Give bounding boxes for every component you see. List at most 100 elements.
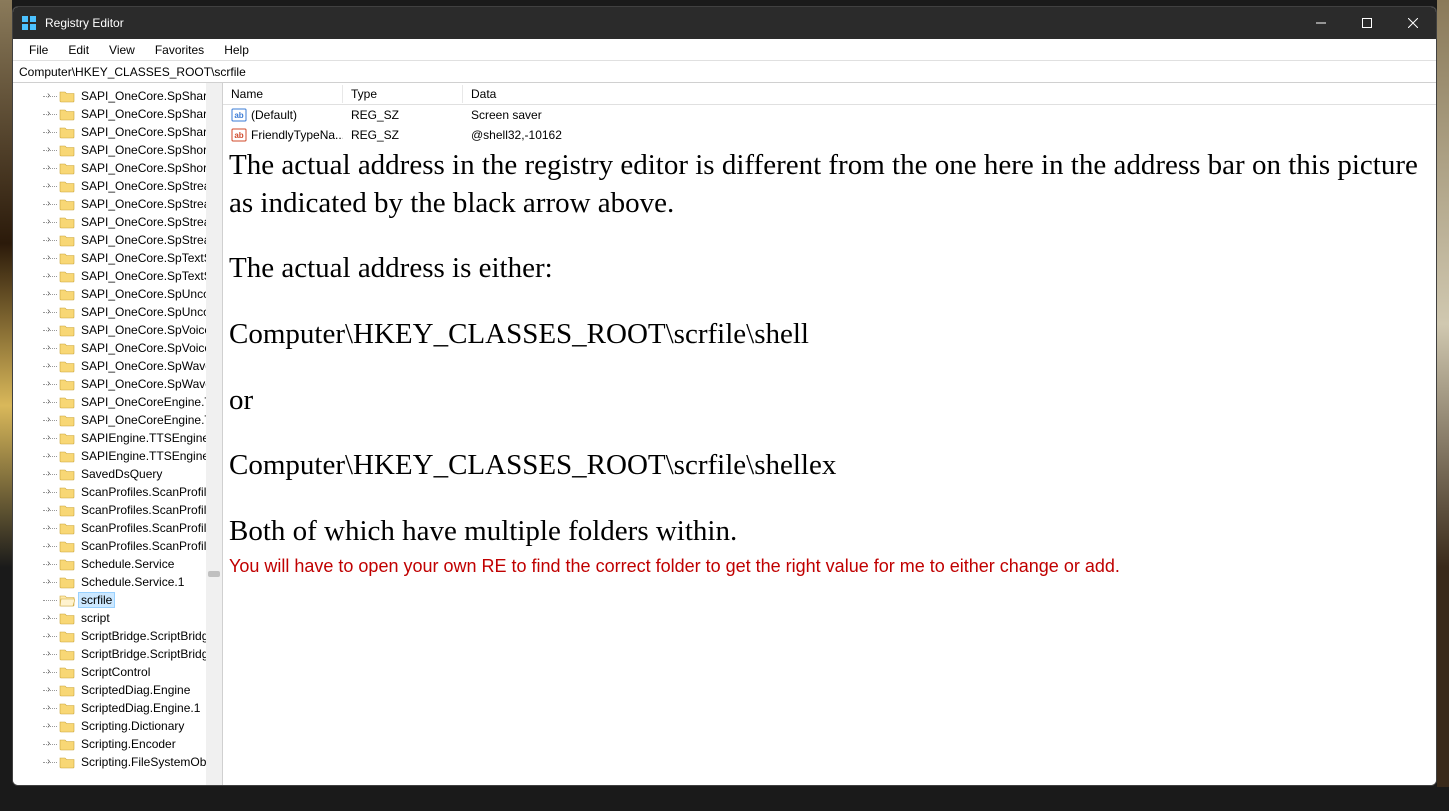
- expand-icon[interactable]: ›: [47, 415, 57, 425]
- expand-icon[interactable]: ›: [47, 127, 57, 137]
- tree-node[interactable]: ›Schedule.Service.1: [13, 573, 222, 591]
- expand-icon[interactable]: ›: [47, 721, 57, 731]
- tree-node[interactable]: ›ScanProfiles.ScanProfile…: [13, 537, 222, 555]
- tree-node[interactable]: ›SAPI_OneCore.SpWavel…: [13, 375, 222, 393]
- tree-node[interactable]: ›SAPIEngine.TTSEngine: [13, 429, 222, 447]
- expand-icon[interactable]: ›: [47, 109, 57, 119]
- expand-icon[interactable]: ›: [47, 703, 57, 713]
- expand-icon[interactable]: ›: [47, 487, 57, 497]
- expand-icon[interactable]: ›: [47, 757, 57, 767]
- tree-node[interactable]: ›SAPI_OneCore.SpShare…: [13, 123, 222, 141]
- menu-help[interactable]: Help: [214, 41, 259, 59]
- expand-icon[interactable]: ›: [47, 523, 57, 533]
- maximize-button[interactable]: [1344, 7, 1390, 39]
- expand-icon[interactable]: ›: [47, 451, 57, 461]
- menu-file[interactable]: File: [19, 41, 58, 59]
- value-row[interactable]: ab(Default)REG_SZScreen saver: [223, 105, 1436, 125]
- tree-node[interactable]: ›SAPI_OneCoreEngine.T…: [13, 393, 222, 411]
- expand-icon[interactable]: ›: [47, 91, 57, 101]
- expand-icon[interactable]: ›: [47, 667, 57, 677]
- tree-node[interactable]: ›Schedule.Service: [13, 555, 222, 573]
- column-data[interactable]: Data: [463, 85, 1436, 103]
- expand-icon[interactable]: ›: [47, 505, 57, 515]
- tree-node[interactable]: ›ScriptedDiag.Engine: [13, 681, 222, 699]
- tree-node[interactable]: ›SAPI_OneCore.SpWavel…: [13, 357, 222, 375]
- expand-icon[interactable]: ›: [47, 379, 57, 389]
- tree-node[interactable]: ›SAPIEngine.TTSEngine.…: [13, 447, 222, 465]
- expand-icon[interactable]: ›: [47, 217, 57, 227]
- expand-icon[interactable]: ›: [47, 253, 57, 263]
- tree-scrollbar-thumb[interactable]: [208, 571, 220, 577]
- expand-icon[interactable]: ›: [47, 613, 57, 623]
- expand-icon[interactable]: ›: [47, 289, 57, 299]
- tree-node[interactable]: › SAPI_OneCore.SpVoice: [13, 321, 222, 339]
- expand-icon[interactable]: ›: [47, 199, 57, 209]
- regedit-icon: [21, 15, 37, 31]
- tree-node[interactable]: ›Scripting.Dictionary: [13, 717, 222, 735]
- tree-node[interactable]: ›ScanProfiles.ScanProfile…: [13, 501, 222, 519]
- tree-node[interactable]: ›ScriptedDiag.Engine.1: [13, 699, 222, 717]
- expand-icon[interactable]: ›: [47, 685, 57, 695]
- tree-node[interactable]: ›SAPI_OneCore.SpStrear…: [13, 213, 222, 231]
- expand-icon[interactable]: ›: [47, 235, 57, 245]
- column-name[interactable]: Name: [223, 85, 343, 103]
- tree-node[interactable]: › SAPI_OneCore.SpTextSe…: [13, 267, 222, 285]
- expand-icon[interactable]: ›: [47, 433, 57, 443]
- expand-icon[interactable]: ›: [47, 181, 57, 191]
- tree-node-label: ScriptBridge.ScriptBridg…: [79, 629, 222, 643]
- tree-node[interactable]: ›Scripting.FileSystemOb…: [13, 753, 222, 771]
- tree-node[interactable]: ›ScriptControl: [13, 663, 222, 681]
- tree-node[interactable]: ›SAPI_OneCore.SpUncor…: [13, 303, 222, 321]
- minimize-button[interactable]: [1298, 7, 1344, 39]
- tree-node[interactable]: ›script: [13, 609, 222, 627]
- tree-node[interactable]: ›ScanProfiles.ScanProfile…: [13, 519, 222, 537]
- tree-node[interactable]: ›SavedDsQuery: [13, 465, 222, 483]
- menu-view[interactable]: View: [99, 41, 145, 59]
- tree-node[interactable]: ›SAPI_OneCore.SpUncor…: [13, 285, 222, 303]
- expand-icon[interactable]: ›: [47, 559, 57, 569]
- menu-edit[interactable]: Edit: [58, 41, 99, 59]
- expand-icon[interactable]: ›: [47, 361, 57, 371]
- tree-node[interactable]: › ScriptBridge.ScriptBridg…: [13, 627, 222, 645]
- tree-node[interactable]: ›Scripting.Encoder: [13, 735, 222, 753]
- expand-icon[interactable]: ›: [47, 577, 57, 587]
- tree-node-label: SAPI_OneCore.SpVoice: [79, 323, 213, 337]
- tree-node[interactable]: ›SAPI_OneCore.SpShortc…: [13, 159, 222, 177]
- value-row[interactable]: abFriendlyTypeNa...REG_SZ@shell32,-10162: [223, 125, 1436, 145]
- tree-node[interactable]: ›SAPI_OneCoreEngine.T…: [13, 411, 222, 429]
- expand-icon[interactable]: ›: [47, 307, 57, 317]
- expand-icon[interactable]: ›: [47, 163, 57, 173]
- close-button[interactable]: [1390, 7, 1436, 39]
- window-controls: [1298, 7, 1436, 39]
- tree-node[interactable]: ›ScanProfiles.ScanProfile…: [13, 483, 222, 501]
- tree-node[interactable]: ›SAPI_OneCore.SpStrear…: [13, 195, 222, 213]
- titlebar[interactable]: Registry Editor: [13, 7, 1436, 39]
- expand-icon[interactable]: ›: [47, 271, 57, 281]
- tree-node[interactable]: ›SAPI_OneCore.SpTextSe…: [13, 249, 222, 267]
- column-type[interactable]: Type: [343, 85, 463, 103]
- expand-icon[interactable]: ›: [47, 469, 57, 479]
- expand-icon[interactable]: ›: [47, 343, 57, 353]
- expand-icon[interactable]: [47, 595, 57, 605]
- tree-node[interactable]: ›SAPI_OneCore.SpStrear…: [13, 231, 222, 249]
- expand-icon[interactable]: ›: [47, 397, 57, 407]
- tree-node[interactable]: ›SAPI_OneCore.SpShortc…: [13, 141, 222, 159]
- expand-icon[interactable]: ›: [47, 325, 57, 335]
- expand-icon[interactable]: ›: [47, 739, 57, 749]
- expand-icon[interactable]: ›: [47, 145, 57, 155]
- expand-icon[interactable]: ›: [47, 541, 57, 551]
- tree-node[interactable]: ›SAPI_OneCore.SpShare…: [13, 87, 222, 105]
- tree-pane[interactable]: ›SAPI_OneCore.SpShare…›SAPI_OneCore.SpSh…: [13, 83, 223, 785]
- tree-node[interactable]: scrfile: [13, 591, 222, 609]
- address-bar[interactable]: Computer\HKEY_CLASSES_ROOT\scrfile: [13, 61, 1436, 83]
- tree-node[interactable]: ›SAPI_OneCore.SpStrear…: [13, 177, 222, 195]
- expand-icon[interactable]: ›: [47, 631, 57, 641]
- reg-string-icon: ab: [231, 127, 247, 143]
- tree-node[interactable]: ›SAPI_OneCore.SpVoice.…: [13, 339, 222, 357]
- menu-favorites[interactable]: Favorites: [145, 41, 214, 59]
- tree-node-label: SAPI_OneCore.SpTextSe…: [79, 269, 222, 283]
- tree-node[interactable]: ›SAPI_OneCore.SpShare…: [13, 105, 222, 123]
- expand-icon[interactable]: ›: [47, 649, 57, 659]
- tree-node[interactable]: ›ScriptBridge.ScriptBridg…: [13, 645, 222, 663]
- tree-scrollbar[interactable]: [206, 83, 222, 785]
